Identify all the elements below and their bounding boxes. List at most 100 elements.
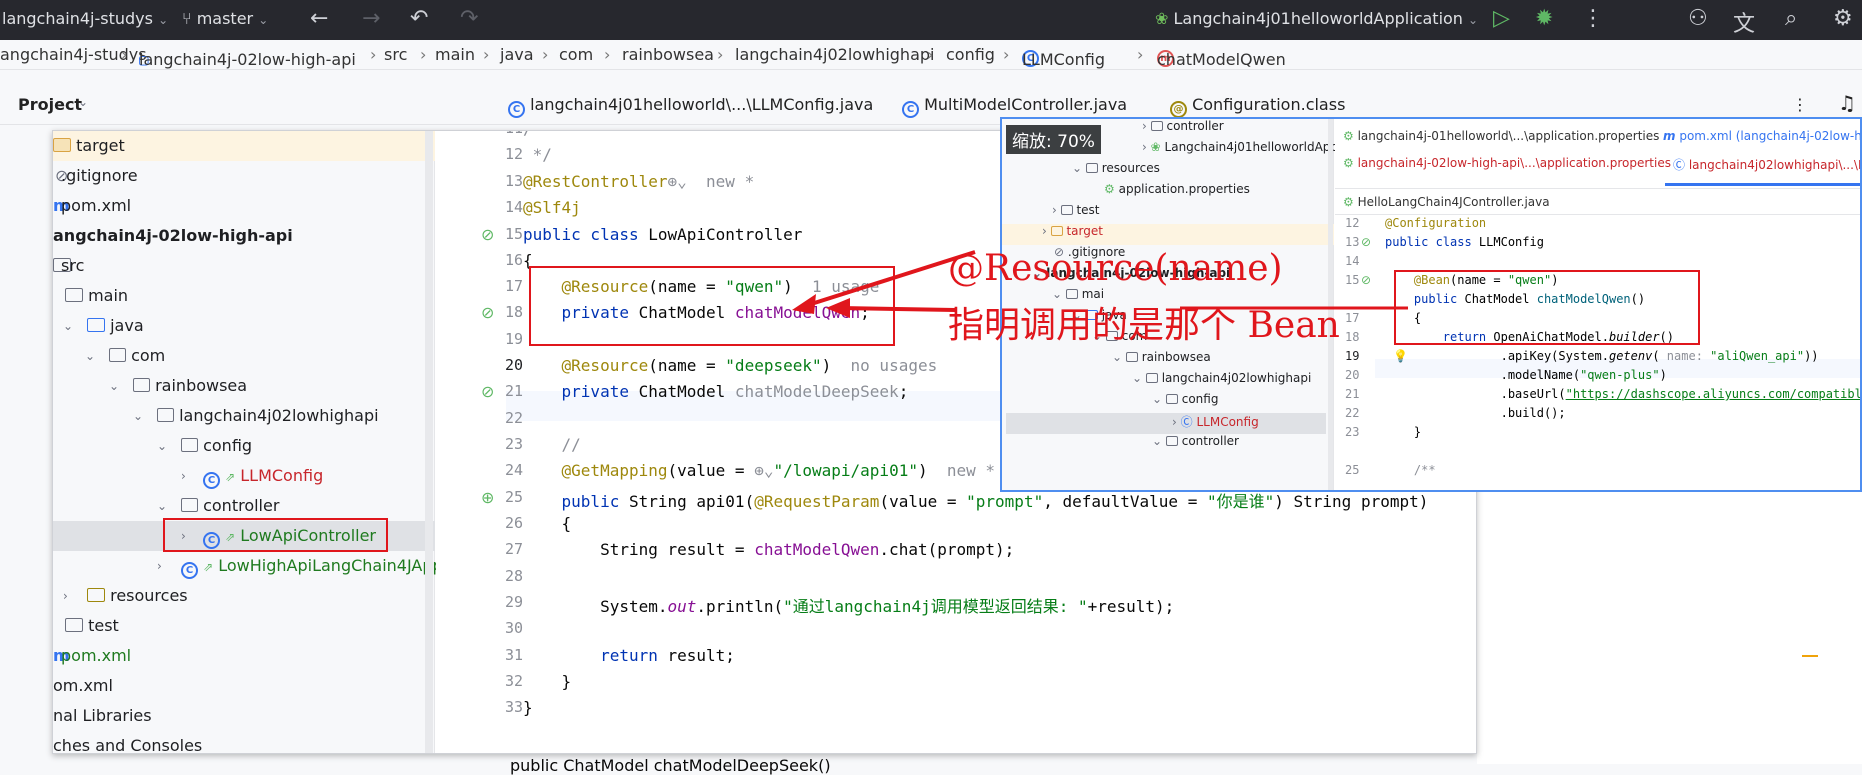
breadcrumb-item[interactable]: rainbowsea xyxy=(622,45,714,64)
inset-code-line[interactable]: } xyxy=(1385,425,1421,439)
tree-item-src[interactable]: src xyxy=(53,251,435,281)
debug-icon[interactable]: ✹ xyxy=(1535,6,1553,31)
inset-tab[interactable]: ⚙ HelloLangChain4JController.java xyxy=(1343,195,1550,209)
more-vertical-icon[interactable]: ⋮ xyxy=(1792,95,1808,114)
breadcrumb-item[interactable]: config xyxy=(946,45,995,64)
tree-item-pom[interactable]: m pom.xml xyxy=(53,191,435,221)
tree-item-module[interactable]: angchain4j-02low-high-api xyxy=(53,221,435,251)
more-vertical-icon[interactable]: ⋮ xyxy=(1582,6,1604,31)
notification-bell-icon[interactable]: ♫ xyxy=(1838,91,1856,115)
breadcrumb-item[interactable]: java xyxy=(500,45,534,64)
search-icon[interactable]: ⌕ xyxy=(1785,6,1797,31)
inset-line-number: 23 xyxy=(1345,425,1360,439)
inset-tab[interactable]: m pom.xml (langchain4j-02low-high-ap xyxy=(1663,129,1860,143)
code-line[interactable]: return result; xyxy=(523,646,735,665)
project-selector[interactable]: langchain4j-studys ⌄ xyxy=(2,9,168,28)
tree-item-rainbowsea[interactable]: ⌄ rainbowsea xyxy=(53,371,435,401)
code-line[interactable]: /** xyxy=(523,131,552,138)
tab-configuration-class[interactable]: @ Configuration.class xyxy=(1170,95,1345,118)
branch-selector[interactable]: ⑂ master ⌄ xyxy=(182,9,268,28)
breadcrumb-item[interactable]: langchain4j02lowhighapi xyxy=(735,45,934,64)
code-line[interactable]: @GetMapping(value = ⊕⌄"/lowapi/api01") n… xyxy=(523,461,996,480)
line-number: 19 xyxy=(504,330,523,348)
tab-llmconfig[interactable]: C langchain4j01helloworld\...\LLMConfig.… xyxy=(508,95,873,118)
code-line[interactable]: System.out.println("通过langchain4j调用模型返回结… xyxy=(523,593,1174,617)
title-bar: langchain4j-studys ⌄ ⑂ master ⌄ ← → ↶ ↷ … xyxy=(0,0,1862,40)
inset-tree-item[interactable]: › ❀ Langchain4j01helloworldApp xyxy=(1142,140,1338,161)
tree-item-libraries[interactable]: nal Libraries xyxy=(53,701,435,731)
code-line[interactable]: } xyxy=(523,672,572,691)
inset-tree-item[interactable]: ⌄ langchain4j02lowhighapi xyxy=(1132,371,1311,392)
tree-item-gitignore[interactable]: ⊘ .gitignore xyxy=(53,161,435,191)
code-line[interactable]: public class LowApiController xyxy=(523,225,802,244)
inset-tree-item[interactable]: › controller xyxy=(1142,119,1224,140)
inset-tree-item[interactable]: ⌄ controller xyxy=(1152,434,1239,455)
code-line[interactable]: @Resource(name = "deepseek") no usages xyxy=(523,356,938,375)
run-config-name: Langchain4j01helloworldApplication xyxy=(1173,9,1463,28)
add-user-icon[interactable]: ⚇ xyxy=(1688,6,1708,31)
forward-arrow-icon[interactable]: → xyxy=(362,6,380,31)
spring-bean-gutter-icon[interactable]: ⊘ xyxy=(481,303,494,322)
run-config-selector[interactable]: ❀ Langchain4j01helloworldApplication ⌄ xyxy=(1155,9,1478,28)
tree-item-llmconfig[interactable]: › C ⇗ LLMConfig xyxy=(53,461,435,491)
inset-tree-item[interactable]: ⚙ application.properties xyxy=(1104,182,1250,203)
inset-tree-item[interactable]: › test xyxy=(1052,203,1100,224)
breadcrumb-item[interactable]: main xyxy=(435,45,475,64)
inset-code-line[interactable]: .modelName("qwen-plus") xyxy=(1385,368,1667,382)
back-arrow-icon[interactable]: ← xyxy=(310,6,328,31)
inset-tree-item[interactable]: ⌄ rainbowsea xyxy=(1112,350,1211,371)
tree-item-main[interactable]: main xyxy=(53,281,435,311)
tree-item-controller[interactable]: ⌄ controller xyxy=(53,491,435,521)
class-icon: C xyxy=(508,101,525,118)
tree-item-test[interactable]: test xyxy=(53,611,435,641)
inset-code-line[interactable]: .apiKey(System.getenv( name: "aliQwen_ap… xyxy=(1385,349,1819,363)
inset-code-line[interactable]: .baseUrl("https://dashscope.aliyuncs.com… xyxy=(1385,387,1860,401)
tree-item-java[interactable]: ⌄ java xyxy=(53,311,435,341)
web-endpoint-gutter-icon[interactable]: ⊕ xyxy=(481,488,494,507)
tree-item-scratches[interactable]: ches and Consoles xyxy=(53,731,435,753)
spring-bean-gutter-icon[interactable]: ⊘ xyxy=(481,382,494,401)
run-icon[interactable]: ▷ xyxy=(1493,6,1510,31)
code-line[interactable]: @RestController⊕⌄ new * xyxy=(523,172,754,191)
tree-item-config[interactable]: ⌄ config xyxy=(53,431,435,461)
line-number: 33 xyxy=(504,698,523,716)
inset-tree-item[interactable]: ⌄ resources xyxy=(1072,161,1160,182)
code-line[interactable]: } xyxy=(523,698,533,717)
spring-bean-gutter-icon[interactable]: ⊘ xyxy=(481,225,494,244)
tree-item-package[interactable]: ⌄ langchain4j02lowhighapi xyxy=(53,401,435,431)
breadcrumb-item[interactable]: com xyxy=(559,45,593,64)
line-number: 14 xyxy=(504,198,523,216)
undo-icon[interactable]: ↶ xyxy=(410,6,428,31)
line-number: 26 xyxy=(504,514,523,532)
arrow-line-horizontal xyxy=(839,306,956,312)
tree-item-resources[interactable]: › resources xyxy=(53,581,435,611)
tree-item-pom3[interactable]: om.xml xyxy=(53,671,435,701)
chevron-down-icon[interactable]: ⌄ xyxy=(78,95,88,109)
code-line[interactable]: // xyxy=(523,435,581,454)
inset-tree-item[interactable]: ⌄ config xyxy=(1152,392,1218,413)
redo-icon[interactable]: ↷ xyxy=(460,6,478,31)
breadcrumb-item[interactable]: src xyxy=(384,45,407,64)
inset-code-line[interactable]: .build(); xyxy=(1385,406,1566,420)
settings-gear-icon[interactable]: ⚙ xyxy=(1833,6,1853,31)
translate-icon[interactable]: 文 xyxy=(1733,6,1755,38)
tree-scrollbar[interactable] xyxy=(425,131,433,753)
inset-code-line[interactable]: @Configuration xyxy=(1385,216,1486,230)
tree-item-pom2[interactable]: m pom.xml xyxy=(53,641,435,671)
inset-tree-item[interactable]: › Ⓒ LLMConfig xyxy=(1006,413,1326,434)
code-line[interactable]: { xyxy=(523,514,572,533)
inset-tab[interactable]: ⚙ langchain4j-01helloworld\...\applicati… xyxy=(1343,129,1659,143)
code-line[interactable]: String result = chatModelQwen.chat(promp… xyxy=(523,540,1014,559)
inset-tab-active[interactable]: Ⓒ langchain4j02lowhighapi\...\LLMC xyxy=(1673,156,1860,173)
inset-code-line[interactable]: /** xyxy=(1385,463,1436,477)
inset-tab[interactable]: ⚙ langchain4j-02low-high-api\...\applica… xyxy=(1343,156,1671,170)
tree-item-target[interactable]: target xyxy=(53,131,435,161)
tab-multimodelcontroller[interactable]: C MultiModelController.java xyxy=(902,95,1127,118)
inset-line-number: 21 xyxy=(1345,387,1360,401)
annotation-icon: @ xyxy=(1170,101,1187,118)
code-line[interactable]: @Slf4j xyxy=(523,198,581,217)
code-line[interactable]: private ChatModel chatModelDeepSeek; xyxy=(523,382,909,401)
code-line[interactable]: */ xyxy=(523,145,552,164)
tree-item-app[interactable]: › C ⇗ LowHighApiLangChain4JApp xyxy=(53,551,443,581)
tree-item-com[interactable]: ⌄ com xyxy=(53,341,435,371)
